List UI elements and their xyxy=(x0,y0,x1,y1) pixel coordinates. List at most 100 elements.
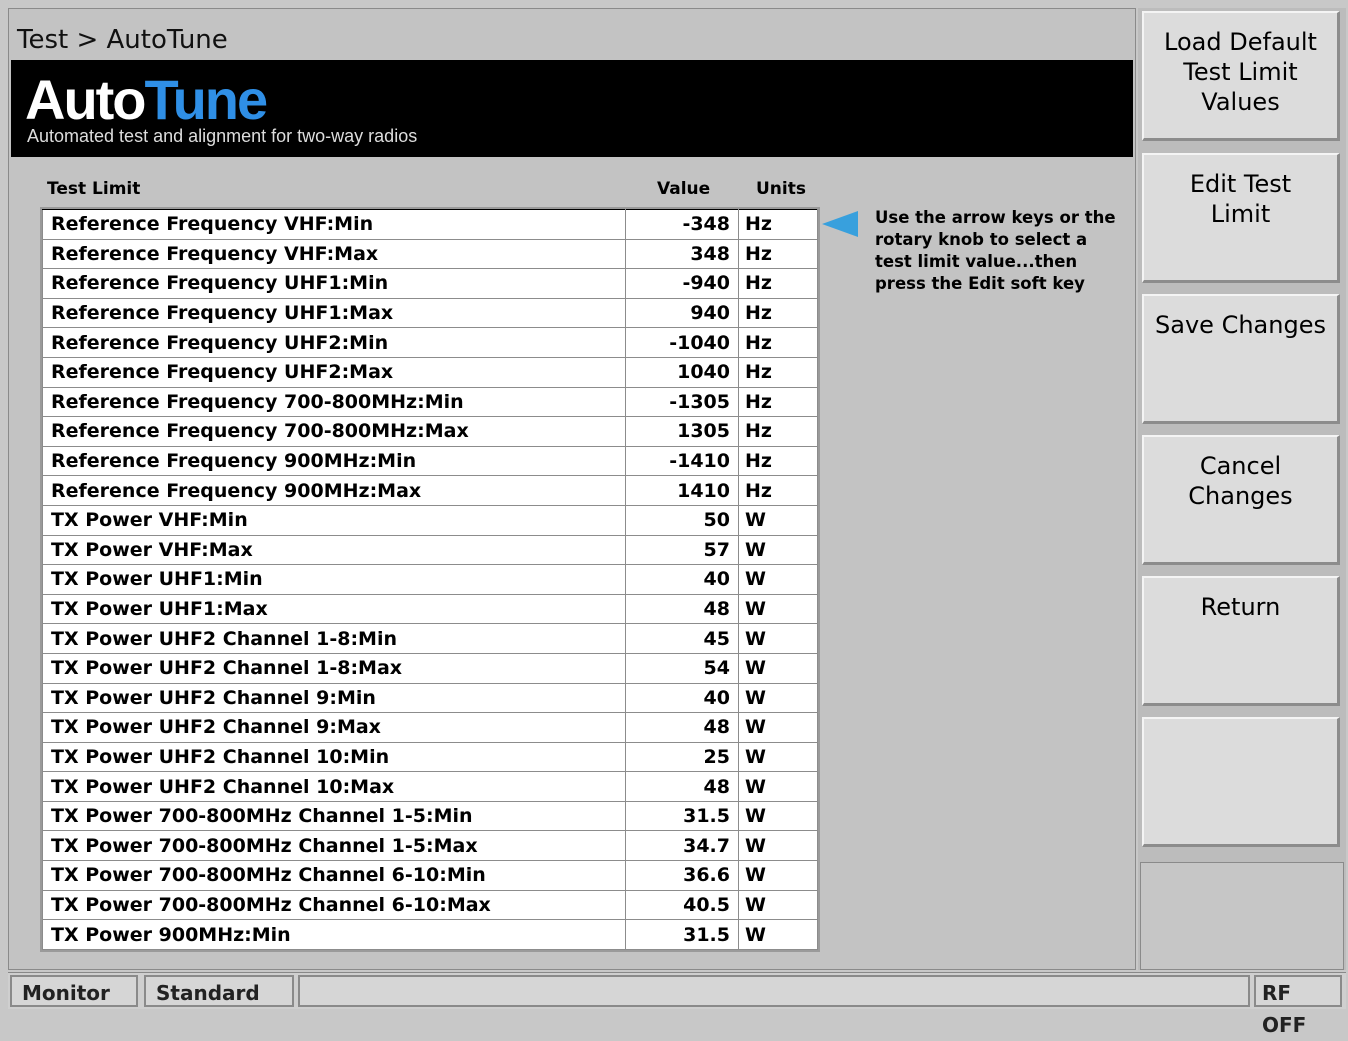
table-row[interactable]: TX Power 700-800MHz Channel 1-5:Max 34.7 W xyxy=(42,830,818,862)
limit-units-cell: Hz xyxy=(738,268,818,299)
limit-value-cell: 45 xyxy=(625,623,739,654)
column-header-units: Units xyxy=(756,179,806,199)
limit-units-cell: Hz xyxy=(738,327,818,358)
limit-name-cell: Reference Frequency 700-800MHz:Max xyxy=(42,416,626,447)
table-row[interactable]: TX Power UHF2 Channel 10:Min 25 W xyxy=(42,741,818,773)
limit-value-cell: 1040 xyxy=(625,356,739,388)
table-row[interactable]: Reference Frequency 700-800MHz:Max 1305 Hz xyxy=(42,416,818,447)
limit-name-cell: TX Power UHF2 Channel 9:Min xyxy=(42,682,626,714)
limit-units-cell: W xyxy=(738,504,818,536)
limit-name-cell: TX Power UHF2 Channel 1-8:Max xyxy=(42,652,626,684)
limit-units-cell: W xyxy=(738,593,818,625)
limit-name-cell: TX Power UHF1:Min xyxy=(42,564,626,595)
limit-units-cell: W xyxy=(738,682,818,714)
edit-test-limit-button[interactable]: Edit Test Limit xyxy=(1142,153,1340,283)
table-row[interactable]: TX Power UHF2 Channel 10:Max 48 W xyxy=(42,771,818,802)
limit-units-cell: W xyxy=(738,741,818,773)
table-row[interactable]: TX Power UHF2 Channel 1-8:Min 45 W xyxy=(42,623,818,654)
limit-units-cell: W xyxy=(738,860,818,891)
limit-name-cell: TX Power 700-800MHz Channel 1-5:Min xyxy=(42,800,626,832)
column-header-value: Value xyxy=(657,179,711,199)
limit-units-cell: W xyxy=(738,919,818,950)
monitor-status[interactable]: Monitor xyxy=(10,975,138,1007)
table-row[interactable]: TX Power 900MHz:Min 31.5 W xyxy=(42,919,818,950)
limit-units-cell: W xyxy=(738,771,818,802)
limit-units-cell: Hz xyxy=(738,445,818,477)
limit-value-cell: -1305 xyxy=(625,386,739,418)
instruction-text: Use the arrow keys or the rotary knob to… xyxy=(875,208,1116,293)
status-bar: Monitor Standard RF OFF xyxy=(8,972,1346,1037)
logo-tune: Tune xyxy=(144,68,269,131)
softkey-panel: Load Default Test Limit Values Edit Test… xyxy=(1138,8,1346,970)
limit-name-cell: TX Power UHF2 Channel 10:Max xyxy=(42,771,626,802)
standard-status[interactable]: Standard xyxy=(144,975,294,1007)
limit-units-cell: W xyxy=(738,800,818,832)
table-row[interactable]: TX Power UHF1:Min 40 W xyxy=(42,564,818,595)
table-row[interactable]: Reference Frequency VHF:Max 348 Hz xyxy=(42,238,818,270)
limit-value-cell: 34.7 xyxy=(625,830,739,862)
blank-softkey[interactable] xyxy=(1142,717,1340,847)
table-row[interactable]: TX Power VHF:Min 50 W xyxy=(42,504,818,536)
limit-units-cell: W xyxy=(738,652,818,684)
limit-value-cell: 48 xyxy=(625,712,739,743)
limit-value-cell: 40 xyxy=(625,682,739,714)
limit-name-cell: TX Power 700-800MHz Channel 1-5:Max xyxy=(42,830,626,862)
save-changes-button[interactable]: Save Changes xyxy=(1142,294,1340,424)
limit-name-cell: Reference Frequency UHF2:Min xyxy=(42,327,626,358)
table-row[interactable]: Reference Frequency 900MHz:Min -1410 Hz xyxy=(42,445,818,477)
table-row[interactable]: TX Power UHF2 Channel 9:Min 40 W xyxy=(42,682,818,714)
table-row[interactable]: TX Power 700-800MHz Channel 6-10:Min 36.6… xyxy=(42,860,818,891)
table-row[interactable]: TX Power UHF1:Max 48 W xyxy=(42,593,818,625)
limit-name-cell: TX Power 900MHz:Min xyxy=(42,919,626,950)
limit-value-cell: -940 xyxy=(625,268,739,299)
table-row[interactable]: Reference Frequency 900MHz:Max 1410 Hz xyxy=(42,475,818,506)
limit-name-cell: Reference Frequency UHF2:Max xyxy=(42,356,626,388)
limit-value-cell: -1040 xyxy=(625,327,739,358)
limit-value-cell: 36.6 xyxy=(625,860,739,891)
table-row[interactable]: Reference Frequency UHF2:Max 1040 Hz xyxy=(42,356,818,388)
limit-name-cell: TX Power UHF1:Max xyxy=(42,593,626,625)
table-row[interactable]: Reference Frequency UHF1:Max 940 Hz xyxy=(42,297,818,329)
selection-pointer-icon xyxy=(822,211,858,237)
limit-name-cell: TX Power 700-800MHz Channel 6-10:Max xyxy=(42,889,626,921)
table-row[interactable]: TX Power UHF2 Channel 1-8:Max 54 W xyxy=(42,652,818,684)
test-limit-table: Reference Frequency VHF:Min -348 Hz Referen… xyxy=(40,207,820,952)
limit-name-cell: Reference Frequency 900MHz:Max xyxy=(42,475,626,506)
limit-name-cell: Reference Frequency UHF1:Min xyxy=(42,268,626,299)
limit-value-cell: 31.5 xyxy=(625,919,739,950)
limit-value-cell: 48 xyxy=(625,593,739,625)
limit-name-cell: TX Power 700-800MHz Channel 6-10:Min xyxy=(42,860,626,891)
autotune-banner: AutoTune Automated test and alignment fo… xyxy=(11,60,1133,157)
limit-value-cell: 48 xyxy=(625,771,739,802)
return-button[interactable]: Return xyxy=(1142,576,1340,706)
limit-name-cell: Reference Frequency 900MHz:Min xyxy=(42,445,626,477)
table-row[interactable]: Reference Frequency UHF1:Min -940 Hz xyxy=(42,268,818,299)
table-row[interactable]: TX Power UHF2 Channel 9:Max 48 W xyxy=(42,712,818,743)
cancel-changes-button[interactable]: Cancel Changes xyxy=(1142,435,1340,565)
table-row[interactable]: TX Power 700-800MHz Channel 6-10:Max 40.5… xyxy=(42,889,818,921)
logo-auto: Auto xyxy=(25,68,147,131)
limit-units-cell: W xyxy=(738,889,818,921)
limit-units-cell: Hz xyxy=(738,386,818,418)
limit-name-cell: TX Power UHF2 Channel 1-8:Min xyxy=(42,623,626,654)
limit-name-cell: Reference Frequency 700-800MHz:Min xyxy=(42,386,626,418)
limit-value-cell: -348 xyxy=(625,209,739,240)
limit-units-cell: Hz xyxy=(738,475,818,506)
softkey-footer-area xyxy=(1140,862,1344,970)
limit-value-cell: 348 xyxy=(625,238,739,270)
limit-name-cell: TX Power UHF2 Channel 10:Min xyxy=(42,741,626,773)
rf-status: RF OFF xyxy=(1254,975,1342,1037)
load-default-test-limit-values-button[interactable]: Load Default Test Limit Values xyxy=(1142,11,1340,141)
table-row[interactable]: Reference Frequency UHF2:Min -1040 Hz xyxy=(42,327,818,358)
table-row[interactable]: TX Power VHF:Max 57 W xyxy=(42,534,818,566)
table-row[interactable]: Reference Frequency VHF:Min -348 Hz xyxy=(42,209,818,240)
table-row[interactable]: Reference Frequency 700-800MHz:Min -1305 H… xyxy=(42,386,818,418)
limit-units-cell: Hz xyxy=(738,416,818,447)
limit-value-cell: 57 xyxy=(625,534,739,566)
table-row[interactable]: TX Power 700-800MHz Channel 1-5:Min 31.5 W xyxy=(42,800,818,832)
limit-units-cell: W xyxy=(738,830,818,862)
limit-value-cell: 1305 xyxy=(625,416,739,447)
limit-value-cell: 54 xyxy=(625,652,739,684)
limit-value-cell: 25 xyxy=(625,741,739,773)
status-message-area xyxy=(298,975,1250,1007)
